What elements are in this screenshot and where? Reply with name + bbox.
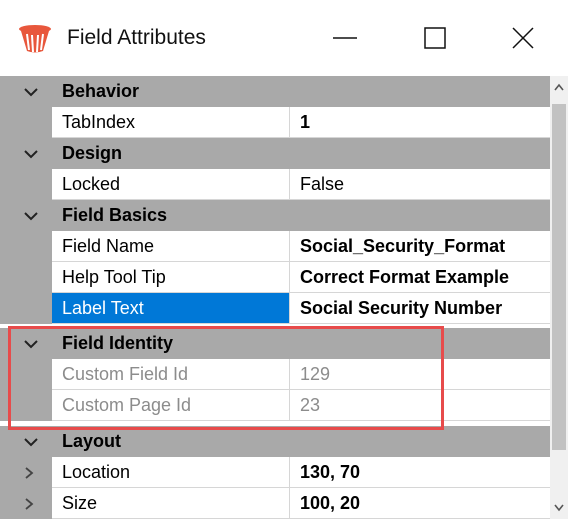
property-grid[interactable]: Behavior TabIndex 1 Design Locked False … bbox=[0, 76, 568, 519]
minimize-button[interactable] bbox=[300, 0, 390, 76]
property-row-label-text[interactable]: Label Text Social Security Number bbox=[0, 293, 550, 324]
property-row-size[interactable]: Size 100, 20 bbox=[0, 488, 550, 519]
property-name-cell[interactable]: Custom Field Id bbox=[52, 359, 290, 390]
category-label: Field Basics bbox=[62, 205, 168, 225]
maximize-button[interactable] bbox=[390, 0, 480, 76]
property-row-tabindex[interactable]: TabIndex 1 bbox=[0, 107, 550, 138]
category-layout[interactable]: Layout bbox=[0, 426, 550, 458]
title-bar: Field Attributes bbox=[0, 0, 568, 76]
stamp-app-icon bbox=[18, 24, 52, 54]
property-name: Custom Page Id bbox=[62, 395, 192, 415]
property-name: Label Text bbox=[62, 298, 144, 318]
category-label: Behavior bbox=[62, 81, 140, 101]
scroll-up-arrow-icon[interactable] bbox=[552, 80, 566, 96]
property-name: Custom Field Id bbox=[62, 364, 189, 384]
category-behavior[interactable]: Behavior bbox=[0, 76, 550, 108]
property-name-cell[interactable]: Field Name bbox=[52, 231, 290, 262]
property-value: 130, 70 bbox=[300, 462, 361, 482]
chevron-down-icon[interactable] bbox=[20, 144, 42, 164]
property-value-cell[interactable]: 129 bbox=[290, 359, 550, 390]
property-value: False bbox=[300, 174, 345, 194]
property-row-custom-field-id[interactable]: Custom Field Id 129 bbox=[0, 359, 550, 390]
property-value-cell[interactable]: 1 bbox=[290, 107, 550, 138]
category-design[interactable]: Design bbox=[0, 138, 550, 170]
category-label: Design bbox=[62, 143, 123, 163]
category-field-basics[interactable]: Field Basics bbox=[0, 200, 550, 232]
property-name-cell[interactable]: Size bbox=[52, 488, 290, 519]
property-name-cell[interactable]: TabIndex bbox=[52, 107, 290, 138]
property-name-cell-selected[interactable]: Label Text bbox=[52, 293, 290, 324]
property-value: 1 bbox=[300, 112, 311, 132]
scrollbar-thumb[interactable] bbox=[552, 104, 566, 450]
chevron-right-icon[interactable] bbox=[22, 464, 36, 482]
property-row-location[interactable]: Location 130, 70 bbox=[0, 457, 550, 488]
property-name: TabIndex bbox=[62, 112, 136, 132]
maximize-icon bbox=[424, 27, 446, 49]
chevron-down-icon[interactable] bbox=[20, 82, 42, 102]
minimize-icon bbox=[333, 37, 357, 39]
property-name-cell[interactable]: Location bbox=[52, 457, 290, 488]
property-value-cell[interactable]: 130, 70 bbox=[290, 457, 550, 488]
property-value: 23 bbox=[300, 395, 321, 415]
property-name: Field Name bbox=[62, 236, 155, 256]
property-row-locked[interactable]: Locked False bbox=[0, 169, 550, 200]
property-value: 129 bbox=[300, 364, 331, 384]
property-row-custom-page-id[interactable]: Custom Page Id 23 bbox=[0, 390, 550, 421]
scroll-down-arrow-icon[interactable] bbox=[552, 499, 566, 515]
property-name-cell[interactable]: Help Tool Tip bbox=[52, 262, 290, 293]
property-value: 100, 20 bbox=[300, 493, 361, 513]
property-value-cell[interactable]: Correct Format Example bbox=[290, 262, 550, 293]
property-name: Locked bbox=[62, 174, 121, 194]
chevron-right-icon[interactable] bbox=[22, 495, 36, 513]
property-name: Help Tool Tip bbox=[62, 267, 166, 287]
property-value-cell[interactable]: Social_Security_Format bbox=[290, 231, 550, 262]
property-value: Social_Security_Format bbox=[300, 236, 506, 256]
property-name-cell[interactable]: Custom Page Id bbox=[52, 390, 290, 421]
property-value-cell[interactable]: 23 bbox=[290, 390, 550, 421]
chevron-down-icon[interactable] bbox=[20, 432, 42, 452]
property-value-cell[interactable]: Social Security Number bbox=[290, 293, 550, 324]
property-name-cell[interactable]: Locked bbox=[52, 169, 290, 200]
property-row-help-tool-tip[interactable]: Help Tool Tip Correct Format Example bbox=[0, 262, 550, 293]
property-name: Location bbox=[62, 462, 131, 482]
vertical-scrollbar[interactable] bbox=[550, 76, 568, 519]
property-value: Social Security Number bbox=[300, 298, 503, 318]
chevron-down-icon[interactable] bbox=[20, 206, 42, 226]
chevron-down-icon[interactable] bbox=[20, 334, 42, 354]
property-value-cell[interactable]: 100, 20 bbox=[290, 488, 550, 519]
close-icon bbox=[512, 27, 534, 49]
property-row-field-name[interactable]: Field Name Social_Security_Format bbox=[0, 231, 550, 262]
category-label: Layout bbox=[62, 431, 122, 451]
category-label: Field Identity bbox=[62, 333, 174, 353]
property-value: Correct Format Example bbox=[300, 267, 510, 287]
property-name: Size bbox=[62, 493, 98, 513]
property-value-cell[interactable]: False bbox=[290, 169, 550, 200]
category-field-identity[interactable]: Field Identity bbox=[0, 328, 550, 360]
close-button[interactable] bbox=[478, 0, 568, 76]
window-title: Field Attributes bbox=[67, 26, 206, 49]
